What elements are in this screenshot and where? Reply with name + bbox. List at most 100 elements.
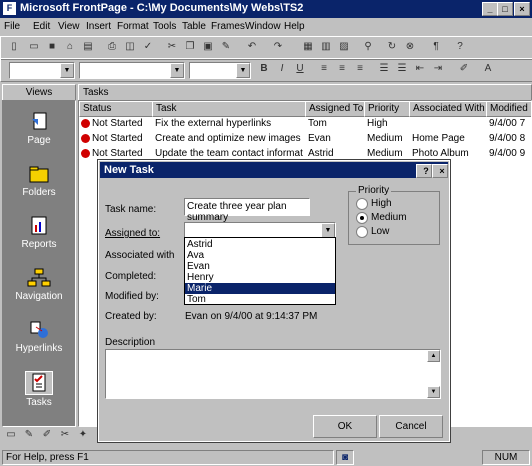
standard-toolbar: ▯ ▭ ■ ⌂ ▤ ⎙ ◫ ✓ ✂ ❐ ▣ ✎ ↶ ↷ ▦ ▥ ▨ ⚲ ↻ ⊗ … (0, 36, 532, 60)
menu-view[interactable]: View (58, 21, 80, 32)
menu-window[interactable]: Window (245, 21, 281, 32)
menu-insert[interactable]: Insert (86, 21, 111, 32)
web-component-icon[interactable]: ▦ (301, 40, 315, 54)
font-combo[interactable]: ▼ (79, 62, 185, 79)
print-icon[interactable]: ⎙ (105, 40, 119, 54)
underline-icon[interactable]: U (293, 62, 307, 76)
copy-icon[interactable]: ❐ (183, 40, 197, 54)
italic-icon[interactable]: I (275, 62, 289, 76)
bullets-icon[interactable]: ☰ (395, 62, 409, 76)
insert-table-icon[interactable]: ▥ (319, 40, 333, 54)
scroll-up-icon[interactable]: ▲ (427, 350, 440, 362)
scroll-down-icon[interactable]: ▼ (427, 386, 440, 398)
dropdown-option-selected[interactable]: Marie (185, 283, 335, 294)
menu-frames[interactable]: Frames (211, 21, 245, 32)
open-icon[interactable]: ▭ (27, 40, 41, 54)
save-icon[interactable]: ■ (45, 40, 59, 54)
ok-button[interactable]: OK (313, 415, 377, 438)
menu-file[interactable]: File (4, 21, 20, 32)
column-task[interactable]: Task (152, 101, 306, 117)
center-icon[interactable]: ≡ (335, 62, 349, 76)
dropdown-option[interactable]: Ava (185, 250, 335, 261)
task-priority: High (367, 118, 388, 129)
priority-low-label: Low (371, 226, 390, 237)
view-hyperlinks[interactable]: Hyperlinks (3, 313, 75, 363)
tools-icon[interactable]: ✂ (58, 428, 72, 442)
bold-icon[interactable]: B (257, 62, 271, 76)
priority-medium-radio[interactable] (356, 212, 368, 224)
new-page-icon[interactable]: ▯ (7, 40, 21, 54)
formatting-toolbar: ▼ ▼ ▼ B I U ≡ ≡ ≡ ☰ ☰ ⇤ ⇥ ✐ A (0, 58, 532, 82)
stop-icon[interactable]: ⊗ (403, 40, 417, 54)
view-folders[interactable]: Folders (3, 157, 75, 207)
dropdown-option[interactable]: Henry (185, 272, 335, 283)
highlight-icon[interactable]: ✐ (457, 62, 471, 76)
insert-picture-icon[interactable]: ▨ (337, 40, 351, 54)
numbering-icon[interactable]: ☰ (377, 62, 391, 76)
view-navigation[interactable]: Navigation (3, 261, 75, 311)
task-name-input[interactable]: Create three year plan summary (184, 198, 310, 223)
help-icon[interactable]: ? (453, 40, 467, 54)
decrease-indent-icon[interactable]: ⇤ (413, 62, 427, 76)
cut-icon[interactable]: ✂ (165, 40, 179, 54)
menu-table[interactable]: Table (182, 21, 206, 32)
view-tasks[interactable]: Tasks (3, 365, 75, 415)
menu-format[interactable]: Format (117, 21, 149, 32)
column-assigned-to[interactable]: Assigned To (305, 101, 365, 117)
format-painter-icon[interactable]: ✎ (219, 40, 233, 54)
show-all-icon[interactable]: ¶ (429, 40, 443, 54)
dialog-title-bar: New Task ? × (100, 162, 448, 178)
normal-view-icon[interactable]: ▭ (4, 428, 18, 442)
column-priority[interactable]: Priority (364, 101, 410, 117)
spelling-icon[interactable]: ✓ (141, 40, 155, 54)
dialog-help-button[interactable]: ? (416, 164, 432, 178)
priority-high-radio[interactable] (356, 198, 368, 210)
font-color-icon[interactable]: A (481, 62, 495, 76)
menu-tools[interactable]: Tools (153, 21, 176, 32)
task-assigned: Astrid (308, 148, 334, 159)
minimize-button[interactable]: _ (482, 2, 498, 16)
menu-edit[interactable]: Edit (33, 21, 50, 32)
view-navigation-label: Navigation (15, 291, 63, 302)
edit-icon[interactable]: ✎ (22, 428, 36, 442)
dropdown-option[interactable]: Astrid (185, 239, 335, 250)
task-name-label: Task name: (105, 204, 157, 215)
cancel-button[interactable]: Cancel (379, 415, 443, 438)
description-textarea[interactable]: ▲ ▼ (105, 349, 441, 399)
font-size-combo[interactable]: ▼ (189, 62, 251, 79)
publish-icon[interactable]: ⌂ (63, 40, 77, 54)
dropdown-option[interactable]: Tom (185, 294, 335, 305)
align-left-icon[interactable]: ≡ (317, 62, 331, 76)
maximize-button[interactable]: □ (497, 2, 513, 16)
view-reports[interactable]: Reports (3, 209, 75, 259)
page-view-icon (26, 111, 52, 133)
column-status[interactable]: Status (79, 101, 153, 117)
align-right-icon[interactable]: ≡ (353, 62, 367, 76)
redo-icon[interactable]: ↷ (271, 40, 285, 54)
close-button[interactable]: × (514, 2, 530, 16)
undo-icon[interactable]: ↶ (245, 40, 259, 54)
task-associated: Home Page (412, 133, 465, 144)
increase-indent-icon[interactable]: ⇥ (431, 62, 445, 76)
view-page[interactable]: Page (3, 105, 75, 155)
task-modified: 9/4/00 9 (489, 148, 526, 159)
style-combo[interactable]: ▼ (9, 62, 75, 79)
hyperlink-icon[interactable]: ⚲ (361, 40, 375, 54)
folder-list-icon[interactable]: ▤ (81, 40, 95, 54)
preview-icon[interactable]: ◫ (123, 40, 137, 54)
dialog-close-button[interactable]: × (432, 164, 448, 178)
new-task-dialog: New Task ? × Task name: Create three yea… (97, 159, 451, 443)
created-by-label: Created by: (105, 311, 157, 322)
priority-low-radio[interactable] (356, 226, 368, 238)
menu-help[interactable]: Help (284, 21, 305, 32)
column-associated-with[interactable]: Associated With (409, 101, 487, 117)
web-status-icon: ◙ (336, 450, 354, 465)
format-icon[interactable]: ✦ (76, 428, 90, 442)
reports-view-icon (26, 215, 52, 237)
refresh-icon[interactable]: ↻ (385, 40, 399, 54)
paste-icon[interactable]: ▣ (201, 40, 215, 54)
dropdown-option[interactable]: Evan (185, 261, 335, 272)
draw-icon[interactable]: ✐ (40, 428, 54, 442)
view-hyperlinks-label: Hyperlinks (15, 343, 63, 354)
column-modified[interactable]: Modified (486, 101, 531, 117)
